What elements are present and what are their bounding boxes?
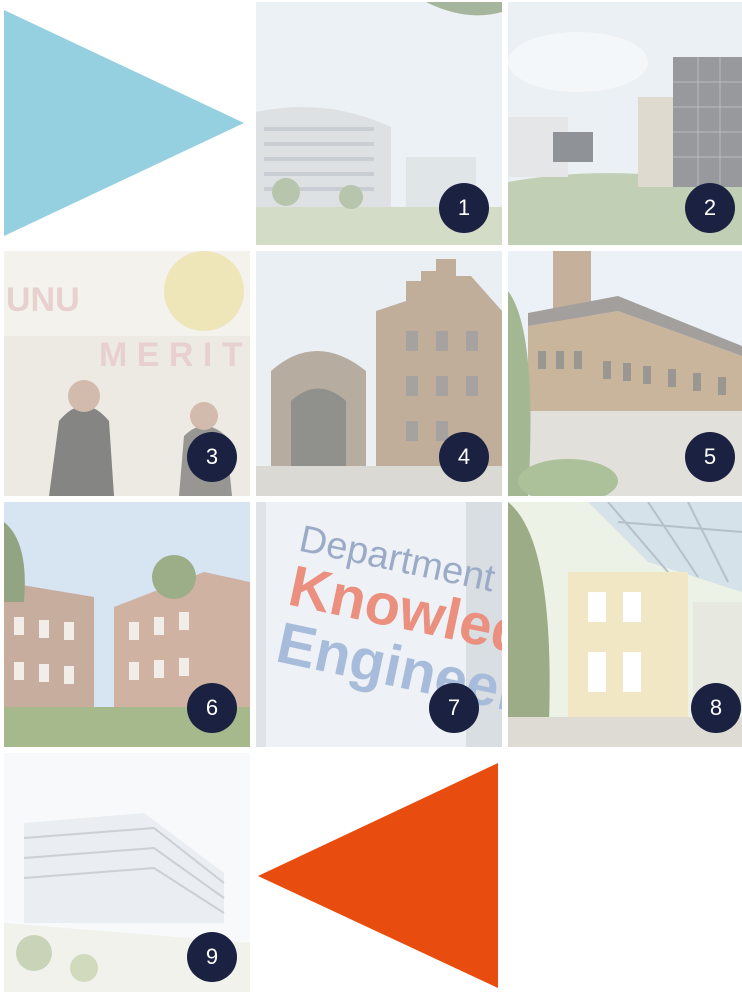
photo-tile-5[interactable]: 5 — [508, 251, 742, 496]
tile-number-badge: 1 — [439, 183, 489, 233]
orange-triangle-arrow — [258, 763, 498, 988]
tile-number-badge: 8 — [691, 683, 741, 733]
tile-number-badge: 6 — [187, 683, 237, 733]
photo-tile-7[interactable]: Department of Knowledge Engineering 7 — [256, 502, 502, 747]
tile-number-badge: 3 — [187, 432, 237, 482]
photo-tile-8[interactable]: 8 — [508, 502, 742, 747]
photo-tile-2[interactable]: 2 — [508, 2, 742, 245]
photo-tile-4[interactable]: 4 — [256, 251, 502, 496]
tile-number-badge: 4 — [439, 432, 489, 482]
photo-tile-9[interactable]: 9 — [4, 753, 250, 992]
tile-number-badge: 9 — [187, 932, 237, 982]
photo-tile-1[interactable]: 1 — [256, 2, 502, 245]
photo-tile-6[interactable]: 6 — [4, 502, 250, 747]
tile-number-badge: 7 — [429, 683, 479, 733]
cyan-triangle-arrow — [4, 10, 244, 236]
tile-number-badge: 2 — [685, 183, 735, 233]
photo-tile-3[interactable]: UNU M E R I T 3 — [4, 251, 250, 496]
tile-number-badge: 5 — [685, 432, 735, 482]
